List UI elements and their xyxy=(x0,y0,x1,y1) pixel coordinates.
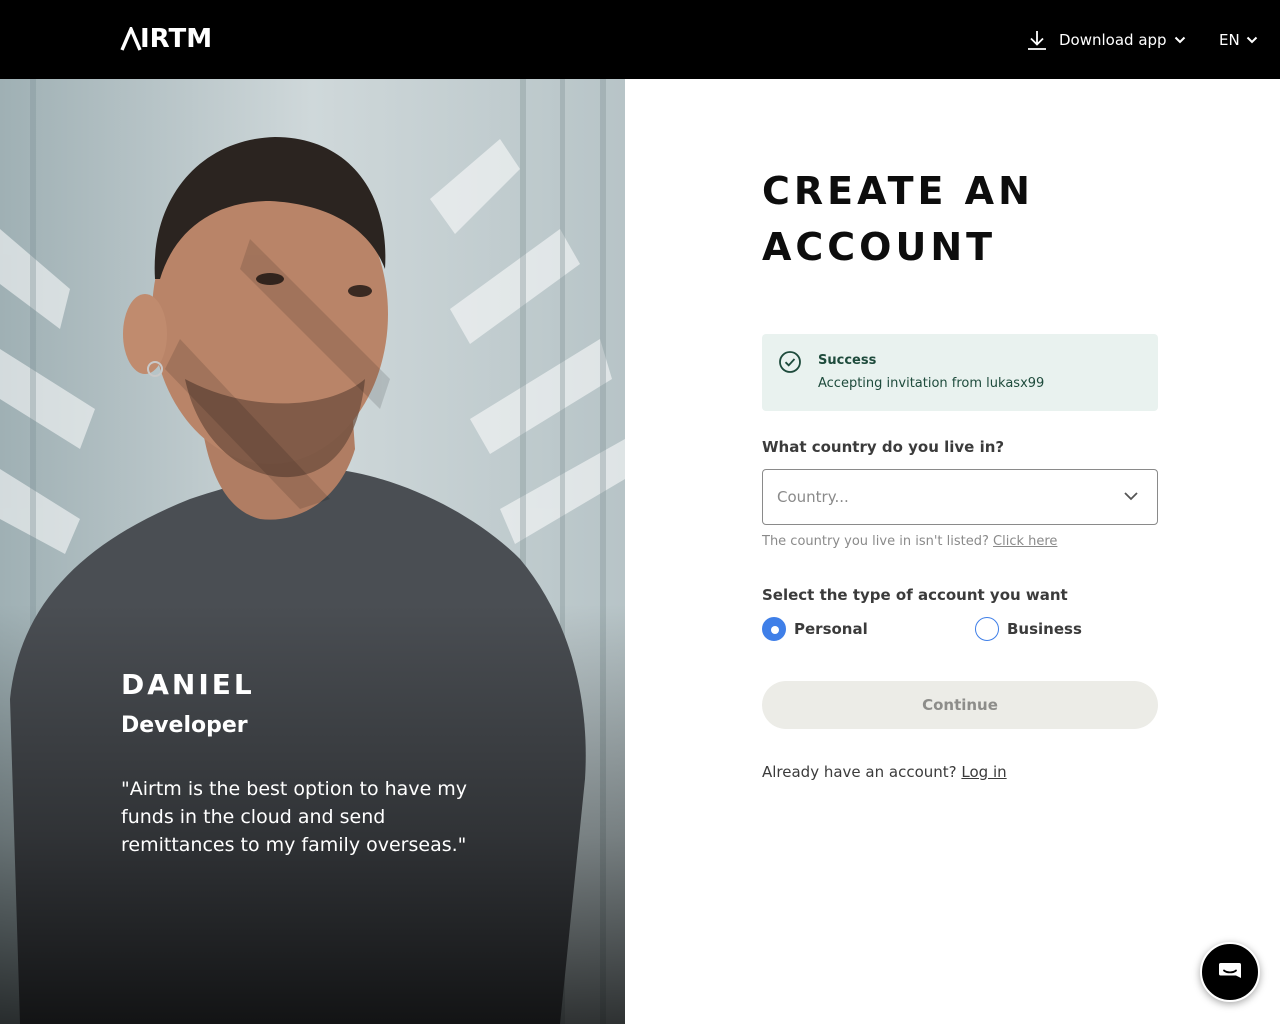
language-selector[interactable]: EN xyxy=(1219,27,1258,53)
top-navigation-bar: IRTM Download app EN xyxy=(0,0,1280,79)
chevron-down-icon xyxy=(1174,36,1185,44)
check-circle-icon xyxy=(779,351,801,373)
testimonial-hero-panel: DANIEL Developer "Airtm is the best opti… xyxy=(0,79,625,1024)
country-select[interactable]: Country... xyxy=(762,469,1158,525)
download-icon xyxy=(1028,31,1046,50)
radio-selected-indicator[interactable] xyxy=(762,617,786,641)
chat-launcher-button[interactable] xyxy=(1200,942,1260,1002)
account-type-personal-radio[interactable]: Personal xyxy=(762,617,868,641)
download-app-label: Download app xyxy=(1059,31,1167,49)
country-select-placeholder: Country... xyxy=(777,488,849,506)
testimonial-role: Developer xyxy=(121,713,248,738)
account-type-personal-label: Personal xyxy=(794,620,868,638)
alert-title: Success xyxy=(818,353,877,368)
account-type-question-label: Select the type of account you want xyxy=(762,586,1068,604)
country-not-listed-hint: The country you live in isn't listed? Cl… xyxy=(762,534,1057,549)
download-app-menu[interactable]: Download app xyxy=(1026,27,1186,53)
testimonial-quote: "Airtm is the best option to have my fun… xyxy=(121,778,468,856)
continue-button[interactable]: Continue xyxy=(762,681,1158,729)
page-title: CREATE AN ACCOUNT xyxy=(762,169,1034,269)
language-label: EN xyxy=(1219,31,1240,49)
country-question-label: What country do you live in? xyxy=(762,438,1005,456)
logo-wordmark: IRTM xyxy=(140,24,213,54)
chevron-down-icon xyxy=(1246,36,1257,44)
logo-a-mark-icon xyxy=(120,27,142,51)
login-prompt: Already have an account? Log in xyxy=(762,763,1007,781)
radio-unselected-indicator[interactable] xyxy=(975,617,999,641)
account-type-business-radio[interactable]: Business xyxy=(975,617,1082,641)
account-type-business-label: Business xyxy=(1007,620,1082,638)
success-alert: Success Accepting invitation from lukasx… xyxy=(762,334,1158,411)
chat-icon xyxy=(1219,963,1241,978)
country-click-here-link[interactable]: Click here xyxy=(993,534,1057,549)
alert-message: Accepting invitation from lukasx99 xyxy=(818,376,1045,391)
chevron-down-icon xyxy=(1124,492,1138,501)
testimonial-name: DANIEL xyxy=(121,668,255,701)
login-prompt-text: Already have an account? xyxy=(762,763,957,781)
login-link[interactable]: Log in xyxy=(961,763,1006,781)
country-hint-text: The country you live in isn't listed? xyxy=(762,534,989,549)
airtm-logo[interactable]: IRTM xyxy=(120,26,212,52)
